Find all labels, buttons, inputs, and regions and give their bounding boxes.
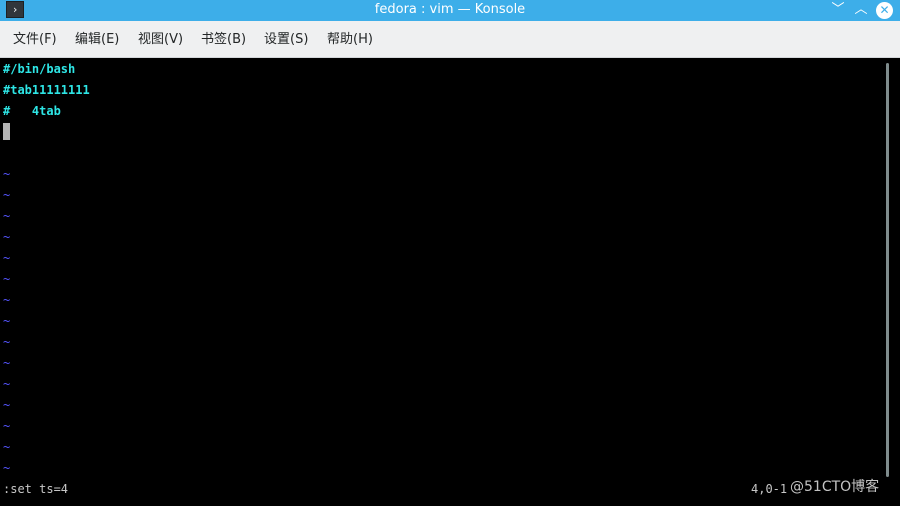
empty-line-marker: ~ xyxy=(3,272,11,286)
empty-line-marker: ~ xyxy=(3,377,11,391)
window-title: fedora : vim — Konsole xyxy=(374,2,526,17)
empty-line-marker: ~ xyxy=(3,293,11,307)
editor-line-2: #tab11111111 xyxy=(3,83,90,97)
empty-line-marker: ~ xyxy=(3,398,11,412)
menu-view[interactable]: 视图(V) xyxy=(136,21,185,58)
empty-line-marker: ~ xyxy=(3,188,11,202)
menu-bar: 文件(F) 编辑(E) 视图(V) 书签(B) 设置(S) 帮助(H) xyxy=(0,21,900,58)
empty-line-marker: ~ xyxy=(3,461,11,475)
empty-line-marker: ~ xyxy=(3,167,11,181)
menu-settings[interactable]: 设置(S) xyxy=(262,21,310,58)
watermark: @51CTO博客 xyxy=(790,479,880,495)
minimize-button[interactable]: ﹀ xyxy=(829,1,847,19)
close-button[interactable]: ✕ xyxy=(876,2,893,19)
empty-line-marker: ~ xyxy=(3,230,11,244)
empty-line-marker: ~ xyxy=(3,356,11,370)
empty-line-marker: ~ xyxy=(3,419,11,433)
menu-bookmarks[interactable]: 书签(B) xyxy=(199,21,248,58)
terminal-area[interactable]: #/bin/bash #tab11111111 # 4tab ~ ~ ~ ~ ~… xyxy=(0,58,886,506)
text-cursor xyxy=(3,123,10,140)
terminal-icon[interactable]: › xyxy=(6,1,24,18)
empty-line-marker: ~ xyxy=(3,251,11,265)
menu-file[interactable]: 文件(F) xyxy=(11,21,59,58)
empty-line-marker: ~ xyxy=(3,335,11,349)
scrollbar-thumb[interactable] xyxy=(886,63,889,477)
menu-edit[interactable]: 编辑(E) xyxy=(73,21,121,58)
konsole-window: fedora : vim — Konsole › ﹀ ︿ ✕ 文件(F) 编辑(… xyxy=(0,0,900,506)
title-bar[interactable]: fedora : vim — Konsole › ﹀ ︿ ✕ xyxy=(0,0,900,21)
empty-line-marker: ~ xyxy=(3,314,11,328)
menu-help[interactable]: 帮助(H) xyxy=(325,21,375,58)
vim-command-line: :set ts=4 xyxy=(3,482,69,496)
maximize-button[interactable]: ︿ xyxy=(852,1,870,19)
empty-line-marker: ~ xyxy=(3,440,11,454)
cursor-position-ruler: 4,0-1 xyxy=(751,482,788,496)
editor-line-1: #/bin/bash xyxy=(3,62,76,76)
editor-line-3: # 4tab xyxy=(3,104,61,118)
empty-line-marker: ~ xyxy=(3,209,11,223)
